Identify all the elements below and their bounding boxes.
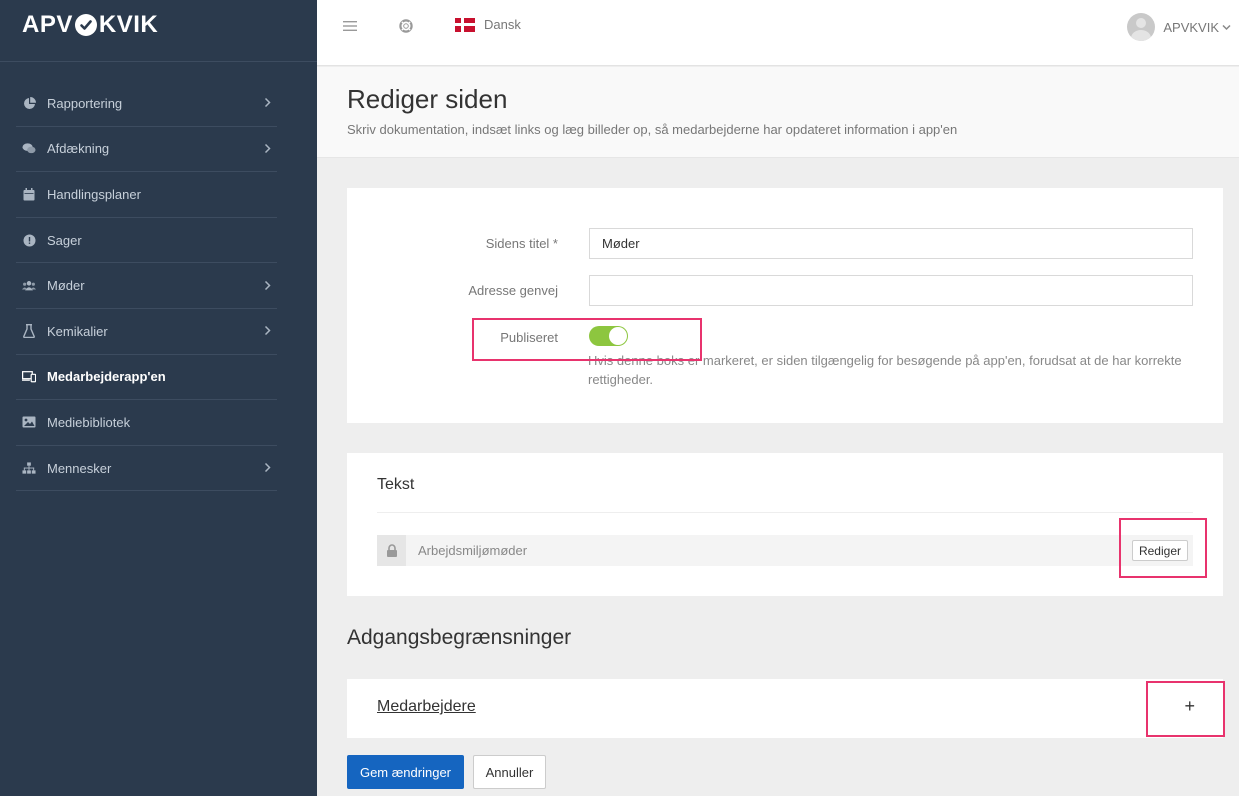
sidebar-item-label: Rapportering <box>47 95 123 111</box>
text-section-title: Tekst <box>377 476 415 493</box>
save-button[interactable]: Gem ændringer <box>347 755 464 789</box>
pie-chart-icon <box>22 96 36 110</box>
language-label: Dansk <box>484 17 521 32</box>
sidebar-item-moeder[interactable]: Møder <box>16 263 277 309</box>
sidebar-item-kemikalier[interactable]: Kemikalier <box>16 309 277 355</box>
sidebar-item-label: Kemikalier <box>47 323 108 339</box>
user-menu[interactable]: APVKVIK <box>1127 13 1231 41</box>
danish-flag-icon <box>455 17 475 32</box>
employees-link[interactable]: Medarbejdere <box>377 698 476 716</box>
sidebar-item-mennesker[interactable]: Mennesker <box>16 446 277 492</box>
chevron-right-icon <box>264 141 271 156</box>
chevron-right-icon <box>264 461 271 476</box>
brand-logo[interactable]: APV KVIK <box>22 10 158 40</box>
sidebar-nav: Rapportering Afdækning Handlingsplaner S… <box>16 81 277 492</box>
access-heading: Adgangsbegrænsninger <box>347 626 572 649</box>
image-icon <box>22 415 36 429</box>
sidebar-item-label: Møder <box>47 278 85 294</box>
chevron-right-icon <box>264 96 271 111</box>
sidebar-item-label: Sager <box>47 232 82 248</box>
sidebar-item-label: Afdækning <box>47 141 110 157</box>
annotation-highlight <box>1146 681 1225 737</box>
sidebar-item-medarbejderappen[interactable]: Medarbejderapp'en <box>16 355 277 401</box>
sidebar-item-label: Mennesker <box>47 460 112 476</box>
chevron-right-icon <box>264 324 271 339</box>
sitemap-icon <box>22 461 36 475</box>
sidebar: APV KVIK Rapportering Afdækning Handling… <box>0 0 317 796</box>
page-header: Rediger siden Skriv dokumentation, indsæ… <box>317 67 1239 158</box>
sidebar-item-rapportering[interactable]: Rapportering <box>16 81 277 127</box>
users-icon <box>22 279 36 293</box>
page-subtitle: Skriv dokumentation, indsæt links og læg… <box>347 122 958 137</box>
page-settings-card: Sidens titel * Adresse genvej Publiseret… <box>347 188 1223 423</box>
text-block-label: Arbejdsmiljømøder <box>418 543 528 558</box>
comments-icon <box>22 142 36 156</box>
title-input[interactable] <box>589 228 1193 259</box>
lifebuoy-icon[interactable] <box>399 19 413 33</box>
sidebar-item-handlingsplaner[interactable]: Handlingsplaner <box>16 172 277 218</box>
text-section-card: Tekst Arbejdsmiljømøder Rediger <box>347 453 1223 596</box>
devices-icon <box>22 370 36 384</box>
sidebar-item-label: Medarbejderapp'en <box>47 369 166 385</box>
flask-icon <box>22 324 36 339</box>
annotation-highlight <box>1119 518 1207 578</box>
avatar <box>1127 13 1156 41</box>
cancel-button[interactable]: Annuller <box>473 755 546 789</box>
chevron-right-icon <box>264 278 271 293</box>
user-name: APVKVIK <box>1163 19 1219 35</box>
sidebar-item-label: Mediebibliotek <box>47 414 131 430</box>
calendar-icon <box>22 187 36 201</box>
brand-right: KVIK <box>98 11 159 38</box>
sidebar-item-sager[interactable]: Sager <box>16 218 277 264</box>
sidebar-item-mediebibliotek[interactable]: Mediebibliotek <box>16 400 277 446</box>
sidebar-item-afdaekning[interactable]: Afdækning <box>16 127 277 173</box>
sidebar-item-label: Handlingsplaner <box>47 186 141 202</box>
address-label: Adresse genvej <box>468 283 558 298</box>
title-label: Sidens titel * <box>485 236 558 251</box>
check-icon <box>74 14 97 36</box>
sidebar-divider <box>0 61 317 62</box>
topbar: Dansk APVKVIK <box>317 0 1239 66</box>
language-selector[interactable]: Dansk <box>455 17 521 32</box>
brand-left: APV <box>22 11 73 38</box>
page-title: Rediger siden <box>347 84 508 114</box>
annotation-highlight <box>472 318 702 361</box>
divider <box>377 512 1193 513</box>
text-block-row: Arbejdsmiljømøder Rediger <box>377 535 1193 566</box>
hamburger-menu-icon[interactable] <box>343 19 357 33</box>
chevron-down-icon <box>1222 24 1231 31</box>
lock-icon <box>377 535 406 566</box>
address-input[interactable] <box>589 275 1193 306</box>
exclamation-circle-icon <box>22 233 36 247</box>
access-card: Medarbejdere + <box>347 679 1225 738</box>
